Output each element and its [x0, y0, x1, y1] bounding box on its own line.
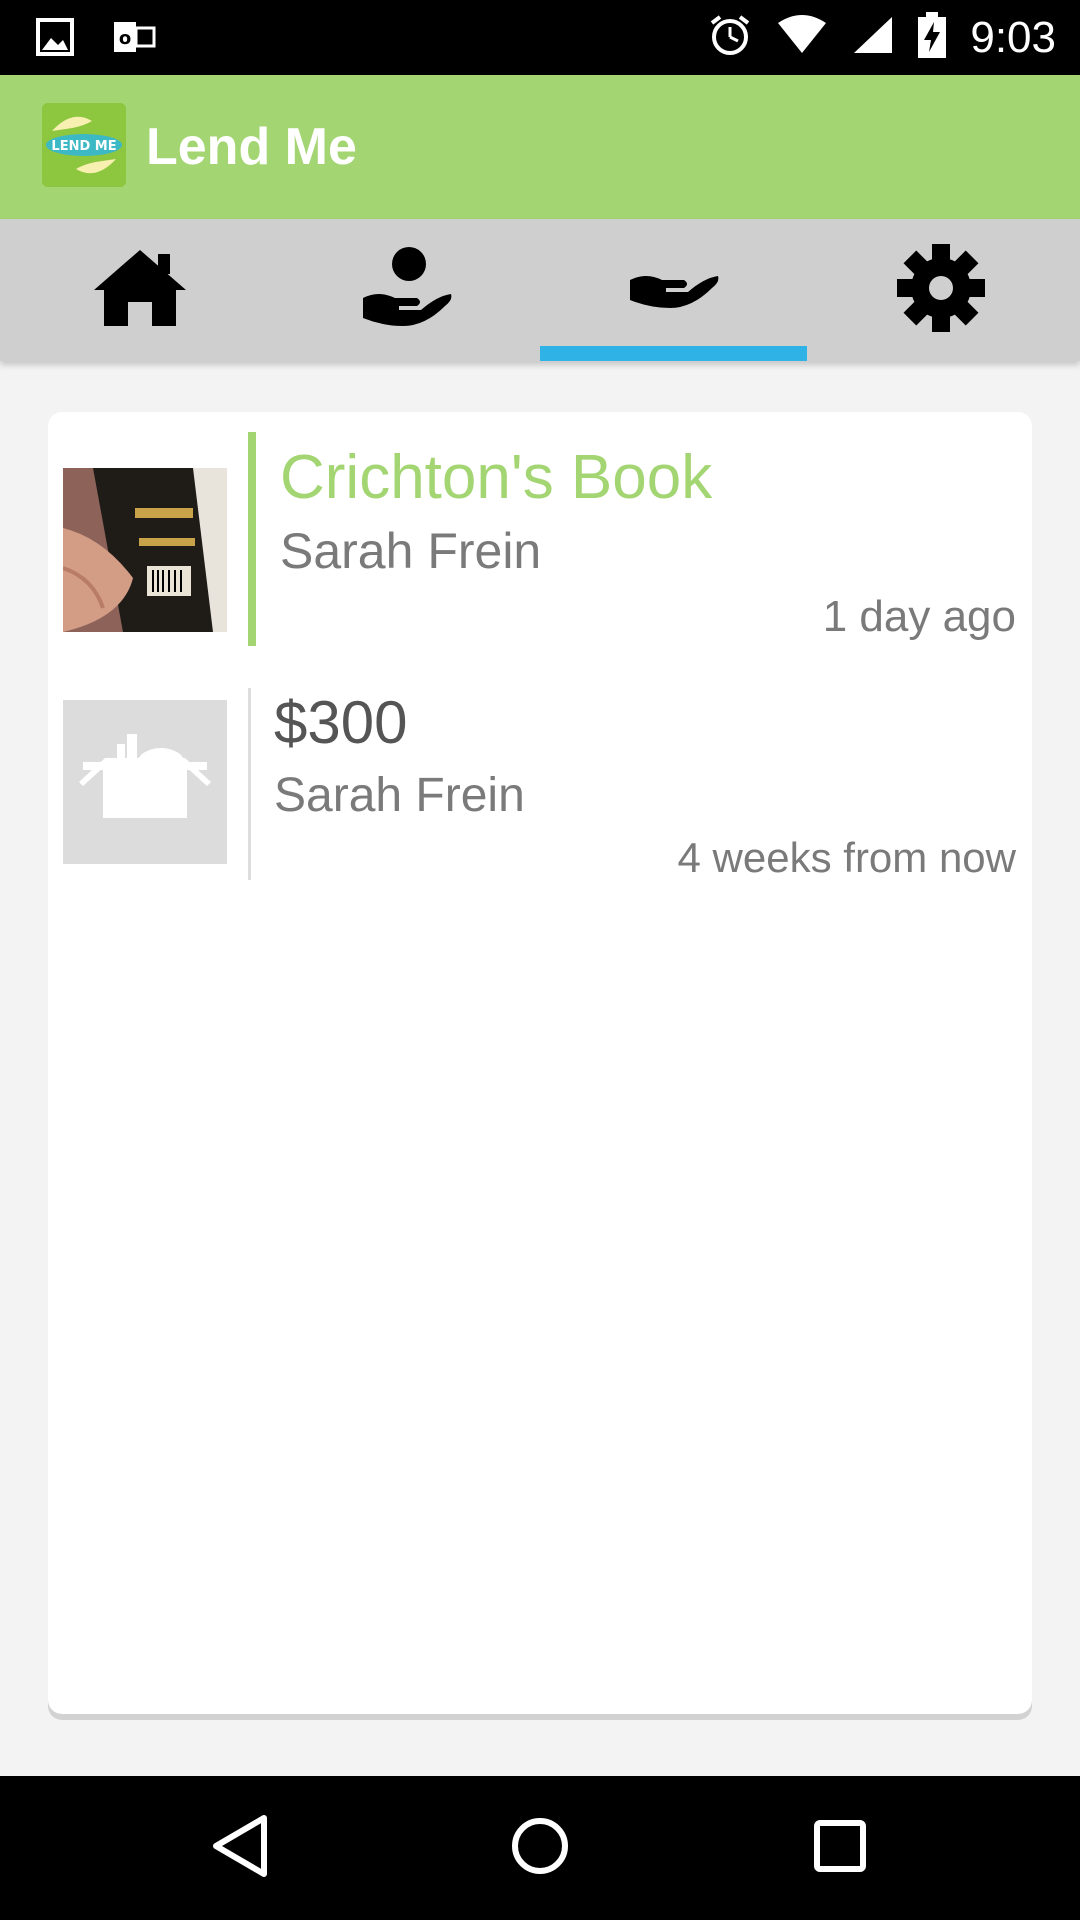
image-icon: [36, 18, 74, 61]
home-button[interactable]: [460, 1776, 620, 1920]
battery-icon: [918, 12, 947, 63]
recents-button[interactable]: [760, 1776, 920, 1920]
tab-indicator: [540, 346, 807, 361]
item-time: 1 day ago: [822, 592, 1016, 641]
item-thumbnail: [63, 700, 227, 864]
status-time: 9:03: [970, 12, 1056, 62]
item-thumbnail: [62, 468, 227, 632]
item-divider: [248, 432, 256, 646]
tab-bar: [0, 219, 1080, 361]
outlook-icon: o: [114, 18, 156, 61]
home-icon: [92, 248, 188, 333]
tab-home[interactable]: [6, 219, 273, 361]
item-person: Sarah Frein: [280, 523, 542, 579]
list-item[interactable]: $300 Sarah Frein 4 weeks from now: [48, 688, 1032, 881]
recents-icon: [812, 1818, 868, 1879]
alarm-icon: [708, 13, 752, 62]
home-circle-icon: [510, 1816, 570, 1881]
item-title: $300: [274, 689, 408, 756]
nav-bar: [0, 1776, 1080, 1920]
item-title: Crichton's Book: [280, 443, 713, 512]
tab-borrow[interactable]: [540, 219, 807, 361]
item-time: 4 weeks from now: [677, 834, 1016, 881]
app-title: Lend Me: [146, 118, 357, 176]
signal-icon: [852, 15, 894, 60]
svg-text:o: o: [119, 28, 131, 49]
status-bar: o 9:03: [0, 0, 1080, 75]
list-item[interactable]: Crichton's Book Sarah Frein 1 day ago: [48, 432, 1032, 646]
item-person: Sarah Frein: [274, 769, 525, 822]
borrow-icon: [626, 258, 722, 323]
app-logo: LEND ME: [42, 103, 126, 187]
gear-icon: [895, 242, 987, 339]
tab-settings[interactable]: [807, 219, 1074, 361]
back-button[interactable]: [160, 1776, 320, 1920]
tab-lend[interactable]: [273, 219, 540, 361]
wifi-icon: [776, 15, 828, 60]
items-card: Crichton's Book Sarah Frein 1 day ago $3…: [48, 412, 1032, 1714]
lend-icon: [359, 246, 455, 335]
svg-text:LEND ME: LEND ME: [51, 139, 116, 154]
app-bar: LEND ME Lend Me: [0, 75, 1080, 219]
item-divider: [248, 688, 251, 880]
placeholder-box-icon: [63, 700, 227, 868]
back-icon: [210, 1814, 270, 1883]
